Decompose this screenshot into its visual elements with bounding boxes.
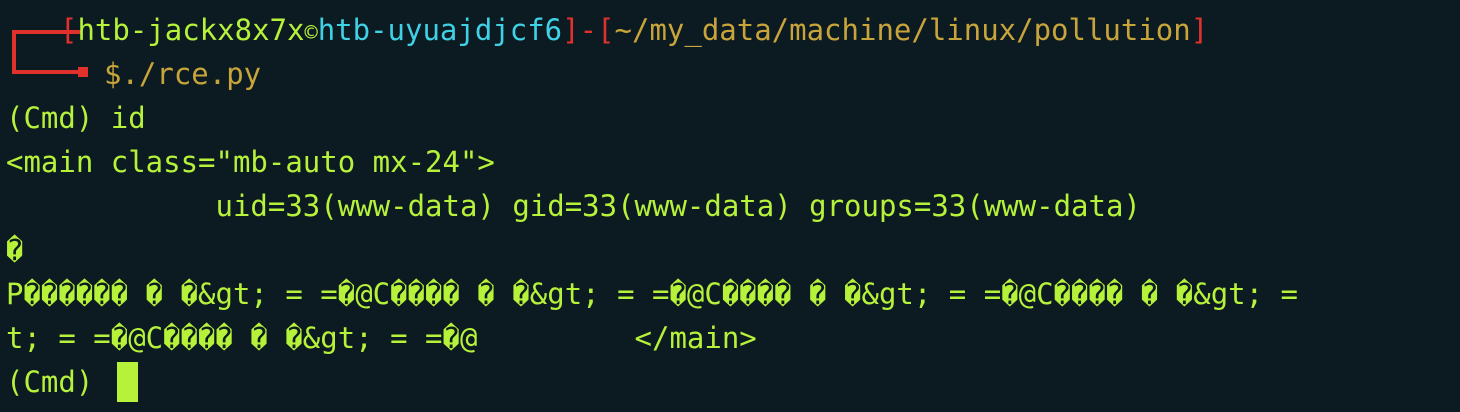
prompt-corner-arrow-line [12,70,82,74]
current-prompt-line[interactable]: (Cmd) [6,360,138,404]
command-line: $./rce.py [104,52,261,96]
prompt-bracket-right: ] [562,13,580,47]
current-prompt-text: (Cmd) [6,365,111,399]
terminal-window[interactable]: [htb-jackx8x7x©htb-uyuajdjcf6]-[~/my_dat… [0,0,1460,412]
command-text: ./rce.py [121,57,262,91]
command-prefix: $ [104,57,122,91]
terminal-cursor[interactable] [116,362,138,402]
prompt-path: ~/my_data/machine/linux/pollution [614,13,1191,47]
prompt-separator: - [579,13,598,47]
prompt-corner-arrow-tip [78,67,88,77]
output-line-main-open: <main class="mb-auto mx-24"> [6,145,495,179]
output-line-cmd-id: (Cmd) id [6,101,146,135]
prompt-path-close: ] [1190,13,1209,47]
output-line-garbage-1: � [6,233,24,267]
prompt-user: htb-jackx8x7x [77,13,305,47]
prompt-host: htb-uyuajdjcf6 [317,13,563,47]
output-line-garbage-2: P������ � �&gt; = =�@C���� � �&gt; = =�@… [6,277,1299,311]
prompt-path-open: [ [597,13,615,47]
prompt-line: [htb-jackx8x7x©htb-uyuajdjcf6]-[~/my_dat… [60,8,1208,52]
output-line-main-close: t; = =�@C���� � �&gt; = =�@ </main> [6,321,757,355]
output-line-uid: uid=33(www-data) gid=33(www-data) groups… [6,189,1141,223]
prompt-bracket-left: [ [60,13,78,47]
prompt-at-symbol: © [304,21,318,46]
